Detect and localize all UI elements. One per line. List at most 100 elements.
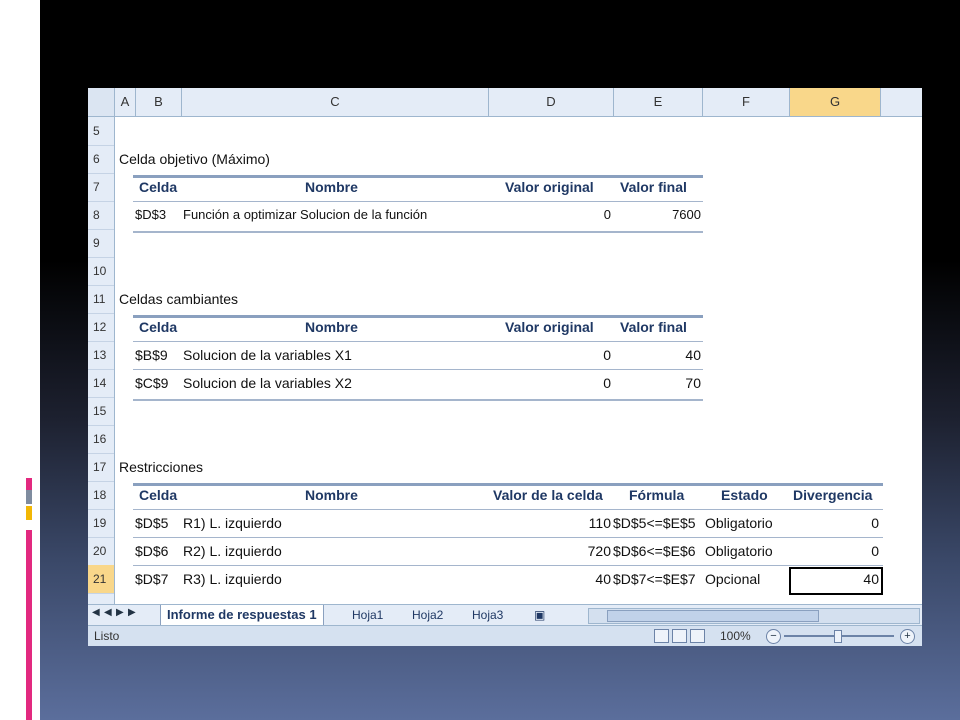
- zoom-level[interactable]: 100%: [720, 626, 751, 646]
- tab-hoja3[interactable]: Hoja3: [466, 605, 509, 625]
- table-rule: [133, 231, 703, 233]
- tab-nav-last-icon[interactable]: ▶: [128, 607, 136, 618]
- column-header-b[interactable]: B: [136, 88, 182, 116]
- cell-original-value: 0: [603, 207, 611, 222]
- cell-name: Solucion de la variables X1: [183, 347, 352, 363]
- row-header[interactable]: 15: [88, 397, 114, 426]
- row-header[interactable]: 9: [88, 229, 114, 258]
- section-title-changing: Celdas cambiantes: [119, 291, 239, 307]
- column-header-d[interactable]: D: [489, 88, 614, 116]
- row-header-bar: 5 6 7 8 9 10 11 12 13 14 15 16 17 18 19 …: [88, 117, 115, 604]
- sheet-tab-bar: ◀ ◀ ▶ ▶ Informe de respuestas 1 Hoja1 Ho…: [88, 604, 922, 626]
- column-header-a[interactable]: A: [115, 88, 136, 116]
- slide-decoration-lines: [20, 60, 40, 112]
- cell-value: 40: [595, 571, 611, 587]
- header-divergencia: Divergencia: [793, 487, 873, 503]
- row-header[interactable]: 19: [88, 509, 114, 538]
- tab-nav-prev-icon[interactable]: ◀: [104, 607, 112, 618]
- zoom-in-icon[interactable]: +: [900, 629, 915, 644]
- header-nombre: Nombre: [305, 487, 358, 503]
- cell-final-value: 40: [685, 347, 701, 363]
- row-header[interactable]: 12: [88, 313, 114, 342]
- table-rule: [133, 175, 703, 178]
- row-header[interactable]: 13: [88, 341, 114, 370]
- excel-window: A B C D E F G 5 6 7 8 9 10 11 12 13 14 1…: [88, 88, 922, 646]
- zoom-out-icon[interactable]: −: [766, 629, 781, 644]
- section-title-objective: Celda objetivo (Máximo): [119, 151, 270, 167]
- cell-formula: $D$5<=$E$5: [613, 515, 696, 531]
- normal-view-icon[interactable]: [654, 629, 669, 643]
- header-nombre: Nombre: [305, 319, 358, 335]
- cell-formula: $D$7<=$E$7: [613, 571, 696, 587]
- header-celda: Celda: [139, 319, 178, 335]
- cell-name: R3) L. izquierdo: [183, 571, 282, 587]
- header-celda: Celda: [139, 487, 178, 503]
- row-header[interactable]: 10: [88, 257, 114, 286]
- column-header-c[interactable]: C: [182, 88, 489, 116]
- decoration-bar-pink: [26, 530, 32, 720]
- row-header[interactable]: 7: [88, 173, 114, 202]
- cell-name: Solucion de la variables X2: [183, 375, 352, 391]
- cell-status: Obligatorio: [705, 543, 773, 559]
- page-layout-view-icon[interactable]: [672, 629, 687, 643]
- header-valor-original: Valor original: [505, 319, 594, 335]
- row-header[interactable]: 11: [88, 285, 114, 314]
- header-valor-final: Valor final: [620, 179, 687, 195]
- cell-ref: $D$6: [135, 543, 169, 559]
- header-valor-final: Valor final: [620, 319, 687, 335]
- decoration-mark-gray: [26, 490, 32, 504]
- tab-informe-de-respuestas-1[interactable]: Informe de respuestas 1: [160, 605, 324, 625]
- row-header-selected[interactable]: 21: [88, 565, 114, 594]
- cell-name: R2) L. izquierdo: [183, 543, 282, 559]
- row-header[interactable]: 14: [88, 369, 114, 398]
- cell-slack: 0: [871, 515, 879, 531]
- cell-ref: $D$5: [135, 515, 169, 531]
- header-valor-original: Valor original: [505, 179, 594, 195]
- status-ready: Listo: [94, 629, 120, 643]
- cell-final-value: 70: [685, 375, 701, 391]
- cell-formula: $D$6<=$E$6: [613, 543, 696, 559]
- decoration-mark-yellow: [26, 506, 32, 520]
- tab-hoja1[interactable]: Hoja1: [346, 605, 389, 625]
- cell-ref: $C$9: [135, 375, 169, 391]
- cell-status: Obligatorio: [705, 515, 773, 531]
- page-break-view-icon[interactable]: [690, 629, 705, 643]
- cell-final-value: 7600: [672, 207, 701, 222]
- cell-name: R1) L. izquierdo: [183, 515, 282, 531]
- tab-nav-next-icon[interactable]: ▶: [116, 607, 124, 618]
- row-header[interactable]: 6: [88, 145, 114, 174]
- cell-value: 720: [587, 543, 611, 559]
- cell-ref: $B$9: [135, 347, 168, 363]
- column-header-g[interactable]: G: [790, 88, 881, 116]
- header-valor-celda: Valor de la celda: [493, 487, 603, 503]
- column-header-f[interactable]: F: [703, 88, 790, 116]
- row-header[interactable]: 16: [88, 425, 114, 454]
- cell-value: 110: [588, 515, 611, 531]
- cell-ref: $D$3: [135, 207, 167, 222]
- scrollbar-thumb[interactable]: [607, 610, 819, 622]
- cell-ref: $D$7: [135, 571, 169, 587]
- table-rule: [133, 315, 703, 318]
- insert-sheet-icon[interactable]: ▣: [528, 605, 551, 625]
- column-header-e[interactable]: E: [614, 88, 703, 116]
- cell-original-value: 0: [603, 347, 611, 363]
- cell-name: Función a optimizar Solucion de la funci…: [183, 207, 428, 222]
- column-header-bar: A B C D E F G: [88, 88, 922, 117]
- select-all-corner[interactable]: [88, 88, 115, 116]
- horizontal-scrollbar[interactable]: [588, 608, 920, 624]
- header-formula: Fórmula: [629, 487, 685, 503]
- row-header[interactable]: 17: [88, 453, 114, 482]
- row-header[interactable]: 18: [88, 481, 114, 510]
- zoom-slider-handle[interactable]: [834, 630, 842, 643]
- row-header[interactable]: 8: [88, 201, 114, 230]
- cell-grid[interactable]: Celda objetivo (Máximo) Celda Nombre Val…: [115, 117, 922, 604]
- header-celda: Celda: [139, 179, 178, 195]
- cell-status: Opcional: [705, 571, 761, 587]
- row-header[interactable]: 20: [88, 537, 114, 566]
- header-estado: Estado: [721, 487, 768, 503]
- table-rule: [133, 399, 703, 401]
- cell-slack: 40: [863, 571, 879, 587]
- tab-nav-first-icon[interactable]: ◀: [92, 607, 100, 618]
- tab-hoja2[interactable]: Hoja2: [406, 605, 449, 625]
- row-header[interactable]: 5: [88, 117, 114, 146]
